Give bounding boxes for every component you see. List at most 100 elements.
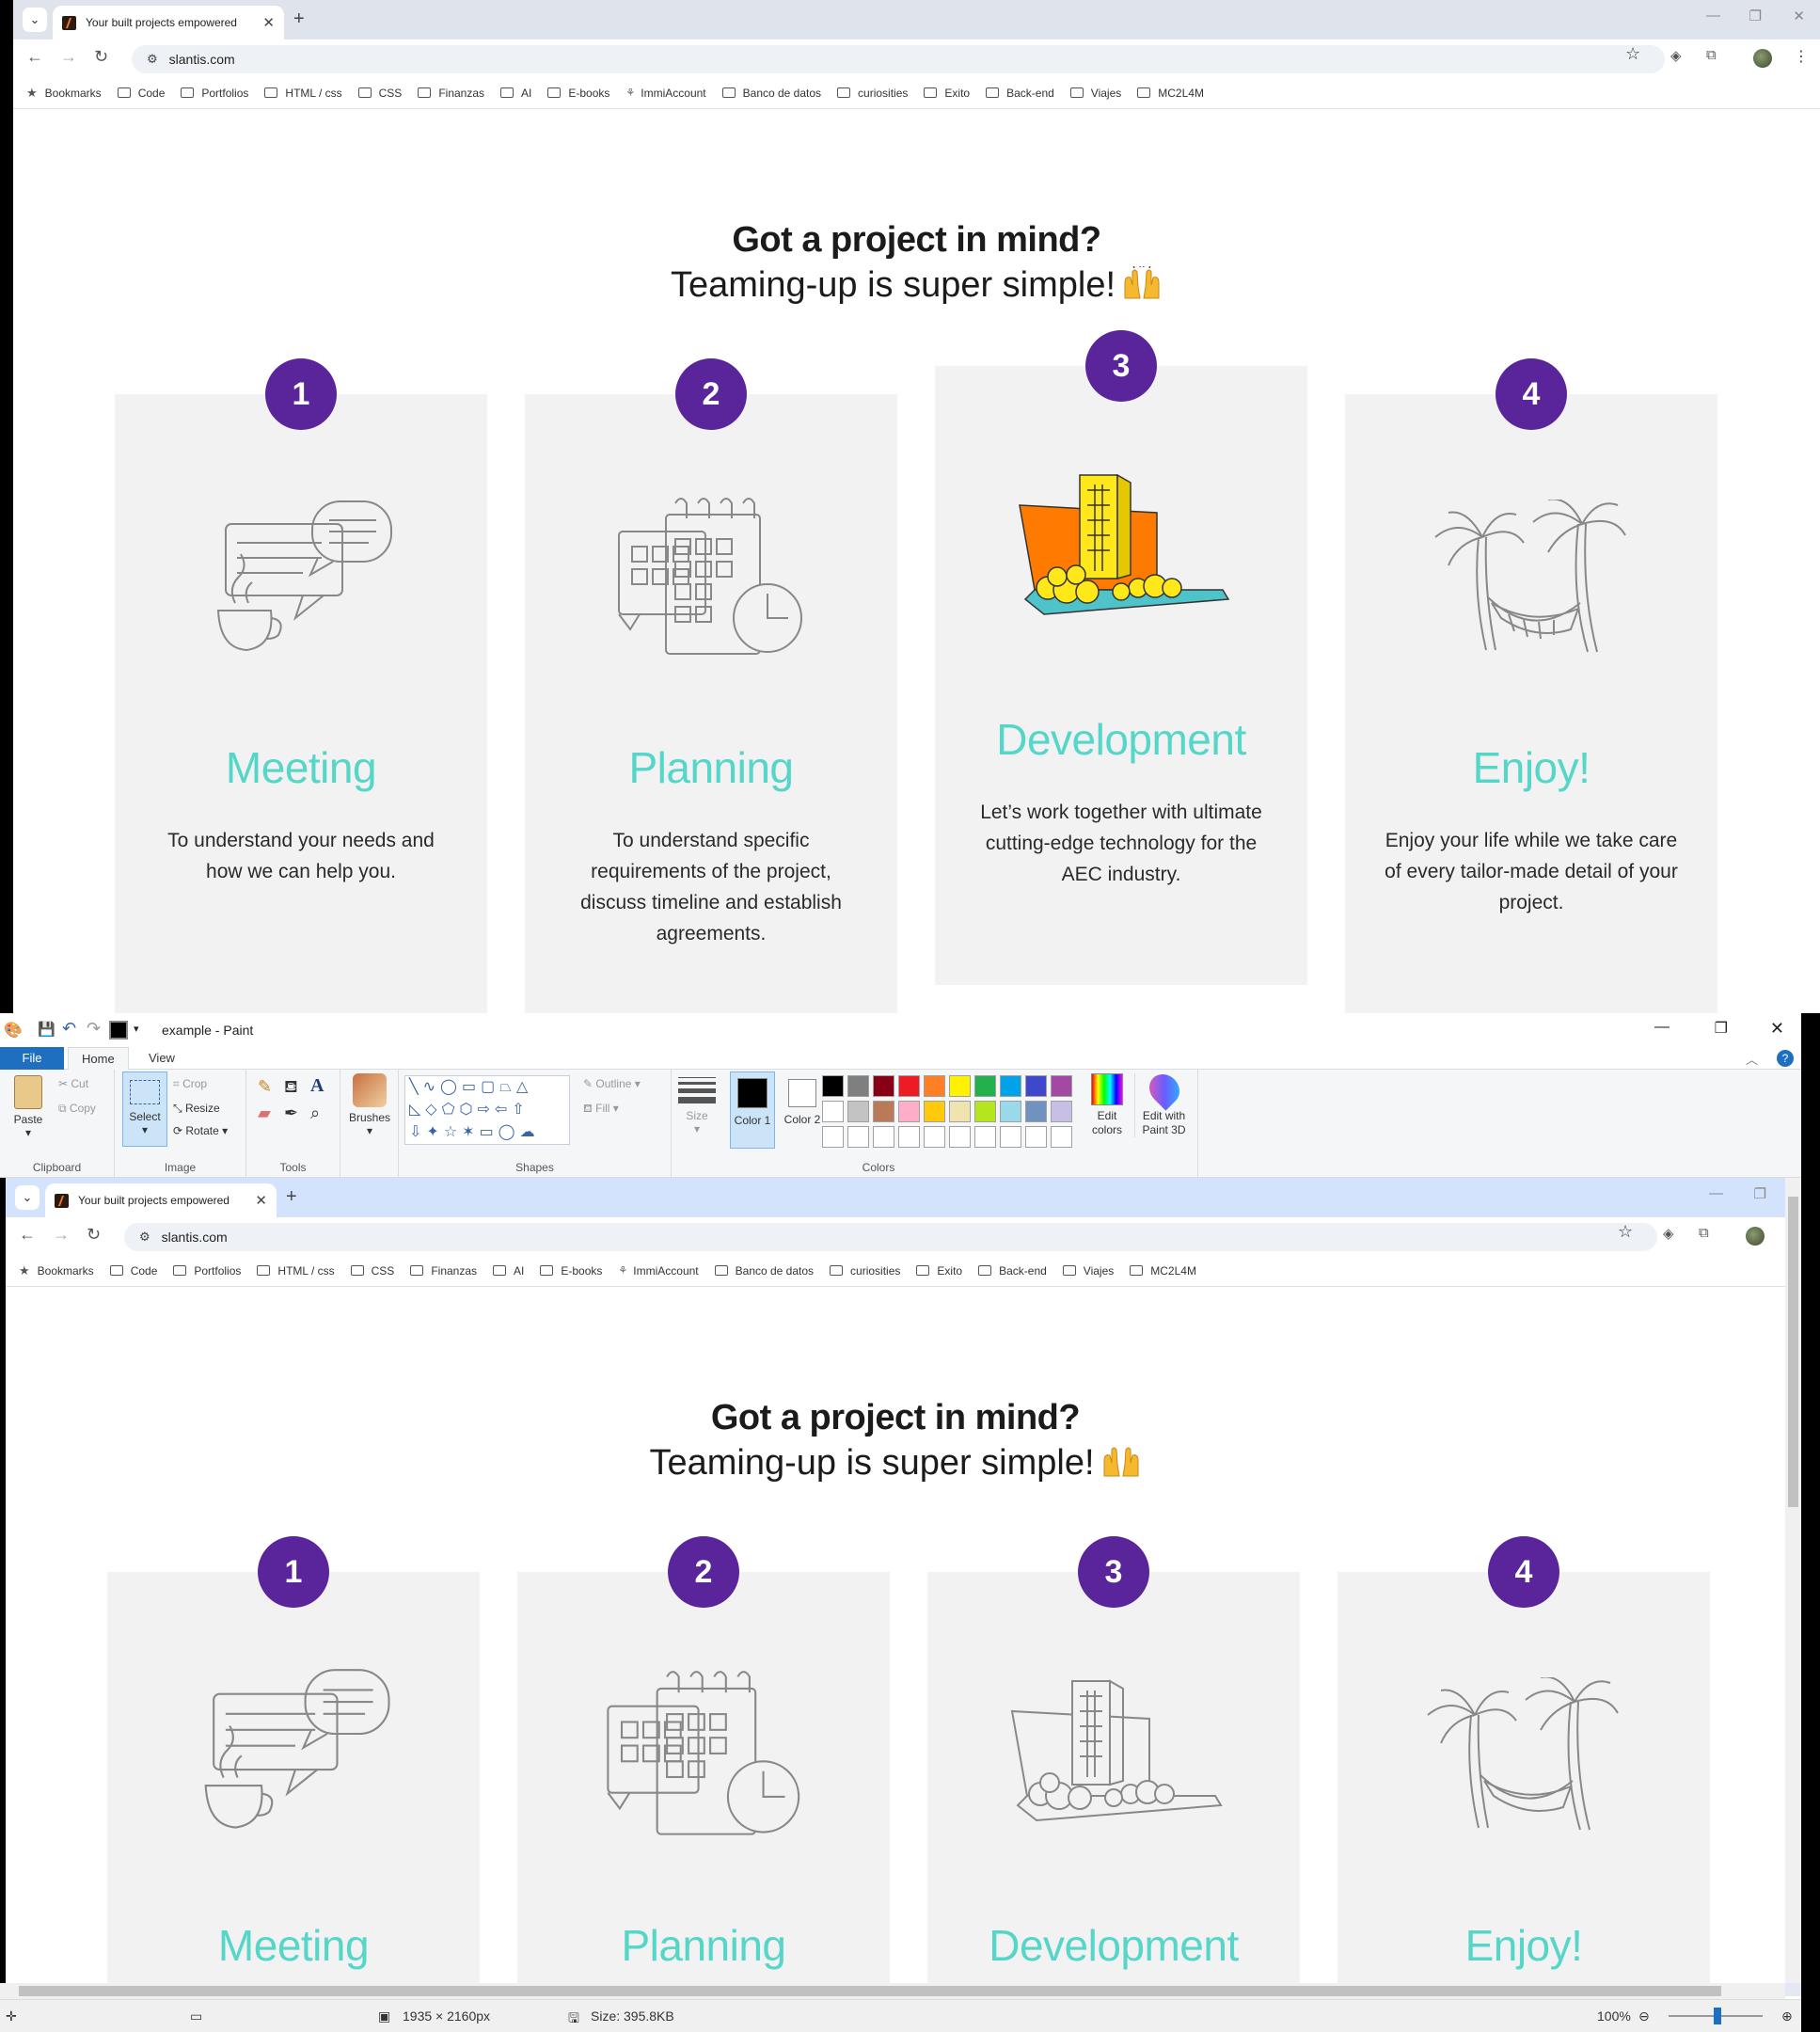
save-icon[interactable]: 💾: [38, 1021, 55, 1038]
select-button[interactable]: Select ▾: [122, 1072, 167, 1147]
bookmark-folder[interactable]: Exito: [924, 87, 970, 100]
close-window-icon[interactable]: ✕: [1793, 8, 1805, 24]
palette-swatch[interactable]: [1051, 1075, 1072, 1097]
scroll-thumb[interactable]: [19, 1986, 1721, 1996]
minimize-icon[interactable]: —: [1709, 1185, 1723, 1201]
palette-swatch[interactable]: [898, 1126, 920, 1148]
zoom-in-icon[interactable]: ⊕: [1781, 2008, 1793, 2024]
bookmark-folder[interactable]: E-books: [540, 1264, 602, 1278]
color-picker-icon[interactable]: ✒: [284, 1103, 298, 1123]
extension-icon[interactable]: ◈: [1663, 1225, 1674, 1242]
palette-swatch[interactable]: [898, 1101, 920, 1122]
tab-search-button[interactable]: ⌄: [15, 1185, 40, 1210]
palette-swatch[interactable]: [924, 1101, 945, 1122]
bookmark-folder[interactable]: Exito: [916, 1264, 962, 1278]
horizontal-scrollbar[interactable]: [0, 1983, 1785, 1999]
zoom-out-icon[interactable]: ⊖: [1638, 2008, 1650, 2024]
bookmark-link[interactable]: ⚘ ImmiAccount: [625, 87, 705, 100]
restore-icon[interactable]: ❐: [1754, 1185, 1766, 1202]
palette-swatch[interactable]: [949, 1126, 971, 1148]
eraser-icon[interactable]: ▰: [258, 1103, 271, 1123]
palette-swatch[interactable]: [974, 1126, 996, 1148]
palette-swatch[interactable]: [1000, 1101, 1021, 1122]
bookmark-folder[interactable]: Portfolios: [181, 87, 248, 100]
help-icon[interactable]: ?: [1777, 1050, 1794, 1067]
redo-icon[interactable]: ↷: [87, 1019, 101, 1039]
bookmark-folder[interactable]: AI: [493, 1264, 524, 1278]
minimize-icon[interactable]: —: [1654, 1019, 1670, 1036]
back-icon[interactable]: ←: [26, 47, 43, 67]
bookmark-folder[interactable]: HTML / css: [264, 87, 342, 100]
resize-button[interactable]: ⤡ Resize: [173, 1102, 220, 1116]
bookmark-folder[interactable]: Code: [117, 87, 165, 100]
bookmark-folder[interactable]: MC2L4M: [1137, 87, 1204, 100]
profile-avatar[interactable]: [1753, 49, 1772, 68]
forward-icon[interactable]: →: [60, 47, 77, 67]
restore-icon[interactable]: ❐: [1749, 8, 1762, 24]
palette-swatch[interactable]: [1000, 1126, 1021, 1148]
vertical-scrollbar[interactable]: [1785, 1178, 1801, 1983]
minimize-icon[interactable]: —: [1706, 8, 1720, 24]
magnifier-icon[interactable]: ⌕: [310, 1103, 320, 1123]
text-tool-icon[interactable]: A: [310, 1075, 324, 1097]
address-bar[interactable]: ⚙ slantis.com: [124, 1223, 1657, 1251]
brushes-button[interactable]: Brushes ▾: [346, 1073, 393, 1137]
quick-access-dropdown-icon[interactable]: ▾: [134, 1023, 139, 1035]
paste-button[interactable]: Paste ▾: [8, 1075, 49, 1139]
bookmark-folder[interactable]: Code: [109, 1264, 157, 1278]
edit-paint3d-button[interactable]: Edit with Paint 3D: [1134, 1068, 1193, 1137]
palette-swatch[interactable]: [1051, 1126, 1072, 1148]
new-tab-button[interactable]: +: [293, 8, 305, 30]
palette-swatch[interactable]: [1025, 1101, 1047, 1122]
palette-swatch[interactable]: [924, 1126, 945, 1148]
browser-tab[interactable]: Your built projects empowered ✕: [45, 1183, 277, 1217]
palette-swatch[interactable]: [924, 1075, 945, 1097]
address-bar[interactable]: ⚙ slantis.com: [132, 45, 1665, 73]
forward-icon[interactable]: →: [53, 1225, 70, 1245]
palette-swatch[interactable]: [822, 1101, 844, 1122]
bookmark-folder[interactable]: HTML / css: [257, 1264, 335, 1278]
palette-swatch[interactable]: [822, 1075, 844, 1097]
bookmark-folder[interactable]: Finanzas: [418, 87, 484, 100]
bookmark-folder[interactable]: CSS: [350, 1264, 394, 1278]
palette-swatch[interactable]: [1025, 1126, 1047, 1148]
palette-swatch[interactable]: [847, 1101, 869, 1122]
bookmark-folder[interactable]: Viajes: [1062, 1264, 1114, 1278]
scroll-thumb[interactable]: [1788, 1197, 1798, 1507]
outline-button[interactable]: ✎ Outline ▾: [583, 1077, 641, 1090]
tab-search-button[interactable]: ⌄: [23, 8, 47, 32]
tab-close-icon[interactable]: ✕: [255, 1192, 267, 1209]
ribbon-collapse-icon[interactable]: ︿: [1746, 1050, 1758, 1068]
shapes-gallery[interactable]: ╲∿◯▭▢⏢△ ◺◇⬠⬡⇨⇦⇧ ⇩✦☆✶▭◯☁: [404, 1075, 570, 1145]
bookmark-folder[interactable]: curiosities: [837, 87, 908, 100]
menu-kebab-icon[interactable]: ⋮: [1794, 47, 1809, 66]
back-icon[interactable]: ←: [19, 1225, 36, 1245]
bookmark-folder[interactable]: CSS: [357, 87, 402, 100]
extensions-puzzle-icon[interactable]: ⧉: [1699, 1225, 1709, 1241]
paint-canvas-area[interactable]: ⌄ Your built projects empowered ✕ + — ❐ …: [0, 1178, 1801, 1996]
palette-swatch[interactable]: [898, 1075, 920, 1097]
quick-access-color-icon[interactable]: [109, 1021, 128, 1040]
bookmark-link[interactable]: ⚘ ImmiAccount: [618, 1264, 698, 1278]
palette-swatch[interactable]: [1000, 1075, 1021, 1097]
palette-swatch[interactable]: [974, 1075, 996, 1097]
palette-swatch[interactable]: [949, 1075, 971, 1097]
extension-icon[interactable]: ◈: [1670, 47, 1682, 64]
size-button[interactable]: Size ▾: [675, 1077, 719, 1135]
bookmark-folder[interactable]: Viajes: [1069, 87, 1121, 100]
color2-button[interactable]: Color 2: [781, 1072, 824, 1127]
edit-colors-button[interactable]: Edit colors: [1084, 1073, 1131, 1137]
palette-swatch[interactable]: [949, 1101, 971, 1122]
rotate-button[interactable]: ⟳ Rotate ▾: [173, 1124, 228, 1137]
bookmark-star-icon[interactable]: ☆: [1625, 44, 1640, 64]
bookmark-folder[interactable]: Back-end: [986, 87, 1054, 100]
undo-icon[interactable]: ↶: [62, 1019, 76, 1039]
crop-button[interactable]: ⌗ Crop: [173, 1077, 207, 1091]
bookmark-folder[interactable]: curiosities: [830, 1264, 900, 1278]
restore-icon[interactable]: ❐: [1715, 1019, 1728, 1038]
bookmark-folder[interactable]: Banco de datos: [721, 87, 821, 100]
site-settings-icon[interactable]: ⚙: [147, 52, 158, 67]
bookmark-folder[interactable]: Banco de datos: [714, 1264, 814, 1278]
bookmarks-item[interactable]: ★ Bookmarks: [26, 86, 102, 101]
copy-button[interactable]: ⧉ Copy: [58, 1102, 96, 1116]
